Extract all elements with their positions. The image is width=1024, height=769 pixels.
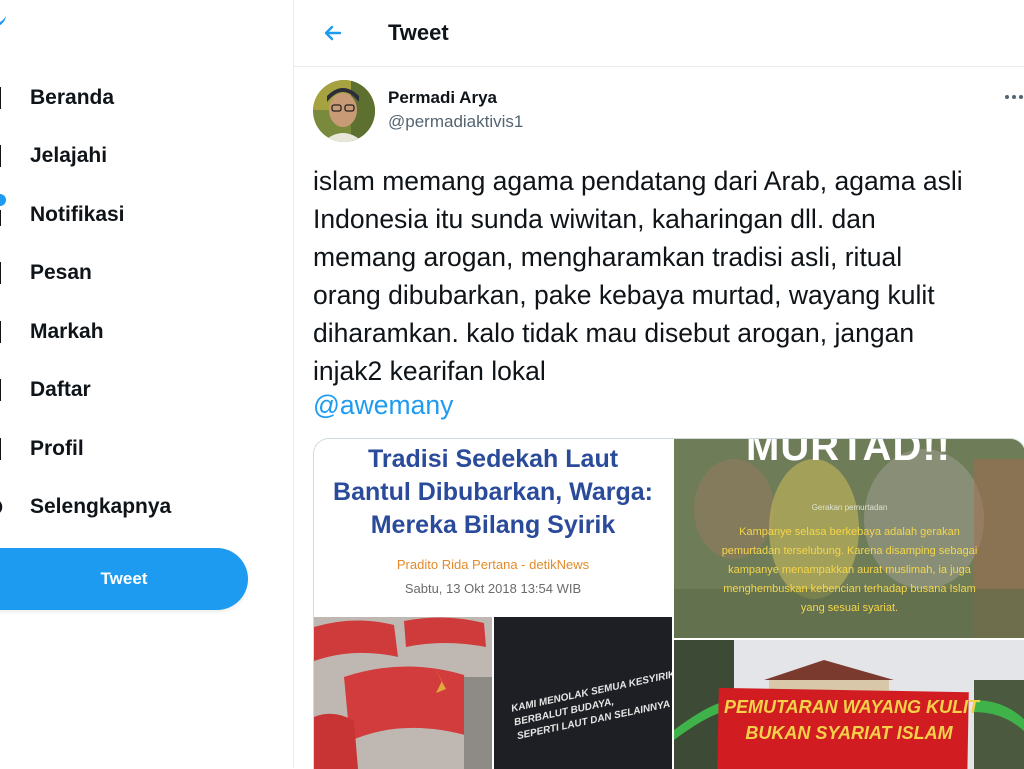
sidebar-item-label: Markah [30,320,104,343]
sidebar-item-label: Jelajahi [30,144,108,167]
sidebar-item-label: Daftar [30,378,91,401]
tweet-text-line: injak2 kearifan lokal [313,356,546,386]
chairs-photo [314,617,492,769]
tweet-text-line: Indonesia itu sunda wiwitan, kaharingan … [313,204,876,234]
murtad-text-line: Kampanye selasa berkebaya adalah gerakan [739,526,960,538]
chairs-illustration [314,617,492,769]
back-arrow-icon[interactable] [318,18,348,48]
more-options-icon[interactable] [1004,92,1024,102]
sidebar-item-label: Notifikasi [30,203,125,226]
home-icon [0,87,1,109]
main-column: Tweet Permadi Arya @permadiaktivis1 isla… [294,0,1024,769]
banner-text: PEMUTARAN WAYANG KULIT BUKAN SYARIAT ISL… [724,694,979,746]
banner-text-line: PEMUTARAN WAYANG KULIT [724,697,979,717]
murtad-text-line: yang sesuai syariat. [800,602,899,614]
author-handle[interactable]: @permadiaktivis1 [388,112,523,132]
page-header: Tweet [294,0,1024,67]
banner-text-line: BUKAN SYARIAT ISLAM [745,723,953,743]
murtad-text: Kampanye selasa berkebaya adalah gerakan… [674,523,1024,618]
mention-link[interactable]: @awemany [313,390,453,421]
list-icon [0,379,1,401]
murtad-heading: MURTAD!! [746,439,951,469]
tweet-text-line: diharamkan. kalo tidak mau disebut aroga… [313,318,915,348]
news-date: Sabtu, 13 Okt 2018 13:54 WIB [404,581,582,596]
news-title-line: Mereka Bilang Syirik [370,511,616,539]
twitter-logo-icon[interactable] [0,14,8,30]
news-title-line: Bantul Dibubarkan, Warga: [333,478,653,506]
sidebar-item-label: Beranda [30,86,115,109]
murtad-small-label: Gerakan pemurtadan [811,503,888,512]
profile-icon [0,438,1,460]
mail-icon [0,262,1,284]
sidebar-item-label: Selengkapnya [30,495,172,518]
murtad-text-line: kampanye menampakkan aurat muslimah, ia … [728,564,971,576]
sidebar-item-label: Profil [30,437,84,460]
bookmark-icon [0,321,1,343]
page-title: Tweet [388,20,449,45]
more-circle-icon [0,501,3,513]
media-murtad-image[interactable]: MURTAD!! Gerakan pemurtadan Kampanye sel… [674,439,1024,638]
murtad-text-line: menghembuskan kebencian terhadap busana … [723,583,976,595]
hashtag-icon [0,145,1,167]
tweet-text-line: orang dibubarkan, pake kebaya murtad, wa… [313,280,935,310]
murtad-text-line: pemurtadan terselubung. Karena disamping… [721,545,978,557]
sidebar-item-label: Pesan [30,261,92,284]
tweet-button-label: Tweet [100,569,148,588]
bell-icon [0,210,1,226]
sign-photo: KAMI MENOLAK SEMUA KESYIRIKAN BERBALUT B… [494,617,672,769]
sign-text: KAMI MENOLAK SEMUA KESYIRIKAN BERBALUT B… [510,666,672,744]
tweet-compose-button[interactable]: Tweet [0,548,248,610]
news-title: Tradisi Sedekah Laut Bantul Dibubarkan, … [314,443,672,542]
media-news-screenshot[interactable]: Tradisi Sedekah Laut Bantul Dibubarkan, … [314,439,672,769]
tweet-media-grid: Tradisi Sedekah Laut Bantul Dibubarkan, … [313,438,1024,769]
tweet-text: islam memang agama pendatang dari Arab, … [313,162,1024,390]
author-name[interactable]: Permadi Arya [388,88,497,108]
sidebar: Beranda Jelajahi Notifikasi Pesan Markah… [0,0,293,768]
tweet-text-line: islam memang agama pendatang dari Arab, … [313,166,963,196]
tweet-text-line: memang arogan, mengharamkan tradisi asli… [313,242,903,272]
news-title-line: Tradisi Sedekah Laut [367,445,619,473]
media-banner-photo[interactable]: PEMUTARAN WAYANG KULIT BUKAN SYARIAT ISL… [674,640,1024,769]
news-author: Pradito Rida Pertana - detikNews [396,557,590,572]
avatar[interactable] [313,80,375,142]
